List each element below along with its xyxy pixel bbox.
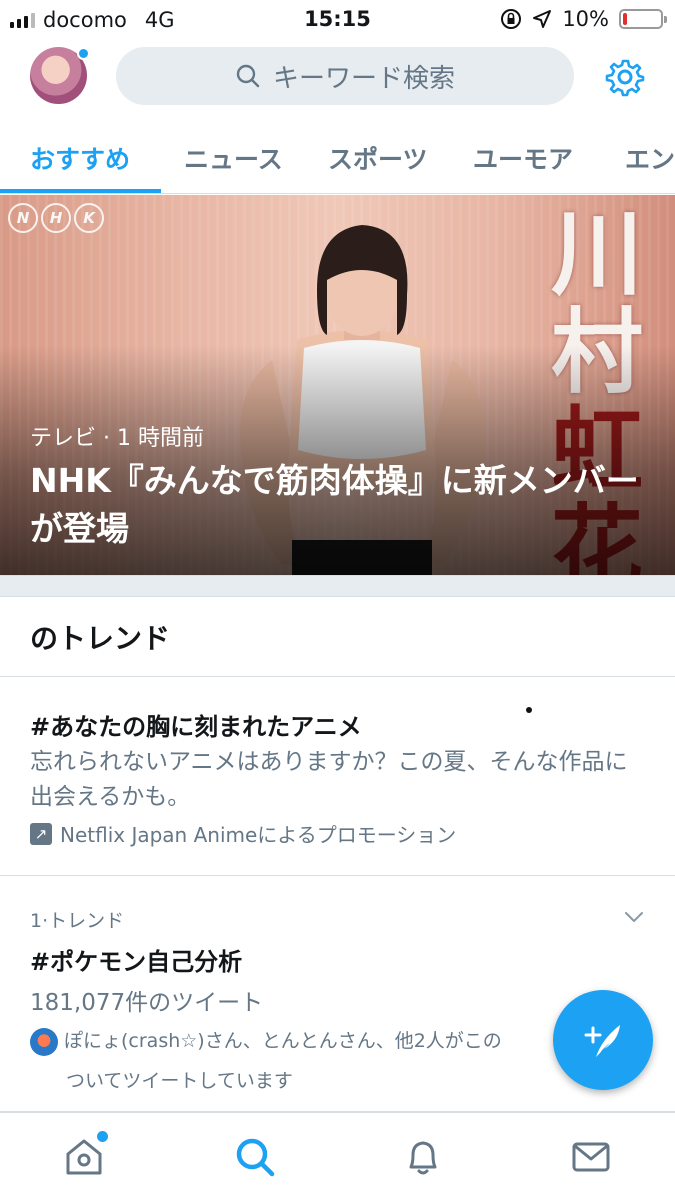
active-tab-indicator — [0, 189, 161, 193]
nav-home[interactable] — [62, 1131, 108, 1179]
bell-icon — [409, 1141, 437, 1175]
nav-explore[interactable] — [233, 1135, 277, 1179]
battery-level — [623, 13, 627, 25]
tab-recommended[interactable]: おすすめ — [30, 140, 130, 176]
compose-tweet-button[interactable] — [553, 990, 653, 1090]
home-notification-dot — [97, 1131, 108, 1142]
compose-tweet-icon — [584, 1025, 620, 1057]
explore-tabs: おすすめ ニュース スポーツ ユーモア エン — [0, 120, 675, 194]
bottom-nav — [0, 1112, 675, 1200]
chevron-down-icon[interactable] — [623, 906, 645, 928]
tab-sports[interactable]: スポーツ — [328, 140, 428, 176]
trend-rank: 1·トレンド — [30, 910, 125, 932]
promoted-trend[interactable]: #あなたの胸に刻まれたアニメ 忘れられないアニメはありますか？この夏、そんな作品… — [0, 677, 675, 876]
battery-percent: 10% — [562, 7, 609, 31]
status-right: 10% — [500, 7, 667, 31]
battery-icon — [619, 9, 667, 29]
nav-notifications[interactable] — [401, 1135, 445, 1179]
status-bar: docomo 4G 15:15 10% — [0, 0, 675, 38]
trend-tweet-count: 181,077件のツイート — [30, 990, 264, 1016]
mail-icon — [572, 1142, 610, 1172]
trends-heading: のトレンド — [30, 622, 171, 655]
section-separator — [0, 575, 675, 597]
search-input[interactable]: キーワード検索 — [116, 47, 574, 105]
orientation-lock-icon — [501, 9, 522, 29]
search-icon — [236, 1138, 275, 1177]
nhk-logo: N H K — [8, 203, 104, 233]
avatar-notification-dot — [77, 47, 90, 60]
hero-meta: テレビ · 1 時間前 — [30, 426, 204, 451]
tab-entertainment[interactable]: エン — [625, 140, 675, 176]
explore-header: キーワード検索 — [0, 38, 675, 114]
profile-avatar[interactable] — [30, 47, 90, 104]
promoted-by: ↗ Netflix Japan Animeによるプロモーション — [30, 819, 456, 848]
promoted-trend-description: 忘れられないアニメはありますか？この夏、そんな作品に出会えるかも。 — [30, 749, 628, 810]
trends-section-header: のトレンド — [0, 597, 675, 677]
context-avatar — [30, 1027, 58, 1056]
promoted-by-label: Netflix Japan Animeによるプロモーション — [60, 823, 457, 847]
nav-messages[interactable] — [569, 1135, 613, 1179]
home-icon — [66, 1139, 102, 1175]
tab-news[interactable]: ニュース — [184, 140, 283, 176]
trend-context: ぽにょ(crash☆)さん、とんとんさん、他2人がこの ついてツイートしています — [30, 1021, 590, 1101]
hero-news-card[interactable]: N H K 川 村 虹 花 テレビ · 1 時間前 NHK『みんなで筋肉体操』に… — [0, 195, 675, 575]
hero-headline: NHK『みんなで筋肉体操』に新メンバーが登場 — [30, 461, 639, 548]
gear-icon[interactable] — [605, 57, 645, 97]
promoted-arrow-icon: ↗ — [30, 822, 52, 845]
trend-name: #ポケモン自己分析 — [30, 948, 243, 976]
promoted-trend-title: #あなたの胸に刻まれたアニメ — [30, 713, 362, 741]
search-icon — [236, 64, 260, 88]
location-arrow-icon — [533, 10, 552, 28]
search-placeholder: キーワード検索 — [272, 63, 455, 94]
tab-humor[interactable]: ユーモア — [473, 140, 573, 176]
